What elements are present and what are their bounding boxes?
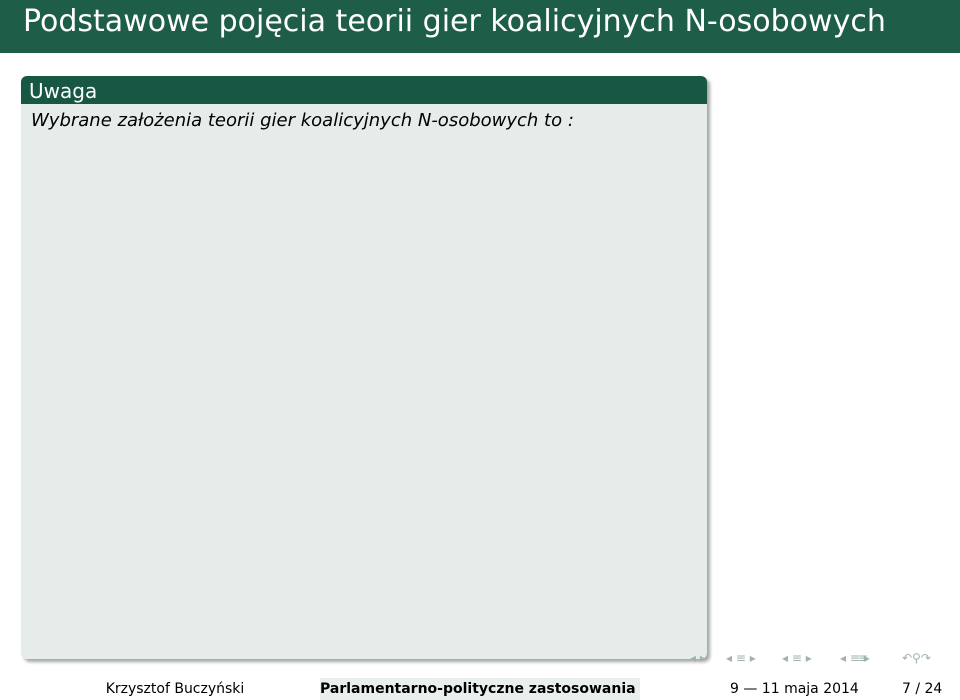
slide-title: Podstawowe pojęcia teorii gier koalicyjn… — [0, 0, 960, 53]
slide-nav-icon[interactable]: ◂ ▸ — [690, 651, 706, 665]
footer-page-number: 7 / 24 — [902, 681, 943, 697]
footer-date: 9 — 11 maja 2014 — [730, 681, 859, 697]
block-body-text: Wybrane założenia teorii gier koalicyjny… — [31, 110, 574, 131]
footer-date-page: 9 — 11 maja 2014 7 / 24 — [640, 678, 960, 700]
block-title: Uwaga — [21, 76, 707, 104]
beamer-navigation-bar: ◂ ▸ ◂ ≡ ▸ ◂ ≡ ▸ ◂ ≡ ▸ ≡ ↶⚲↷ — [690, 651, 960, 673]
doc-nav-icon[interactable]: ≡ — [858, 651, 868, 665]
slide-footer: Krzysztof Buczyński Parlamentarno-polity… — [0, 678, 960, 700]
footer-author: Krzysztof Buczyński — [0, 678, 320, 700]
subsection-nav-icon[interactable]: ◂ ≡ ▸ — [782, 651, 812, 665]
frame-nav-icon[interactable]: ◂ ≡ ▸ — [726, 651, 756, 665]
footer-title: Parlamentarno-polityczne zastosowania te… — [320, 678, 640, 700]
search-nav-icon[interactable]: ↶⚲↷ — [902, 651, 931, 665]
remark-block: Uwaga Wybrane założenia teorii gier koal… — [21, 76, 707, 659]
